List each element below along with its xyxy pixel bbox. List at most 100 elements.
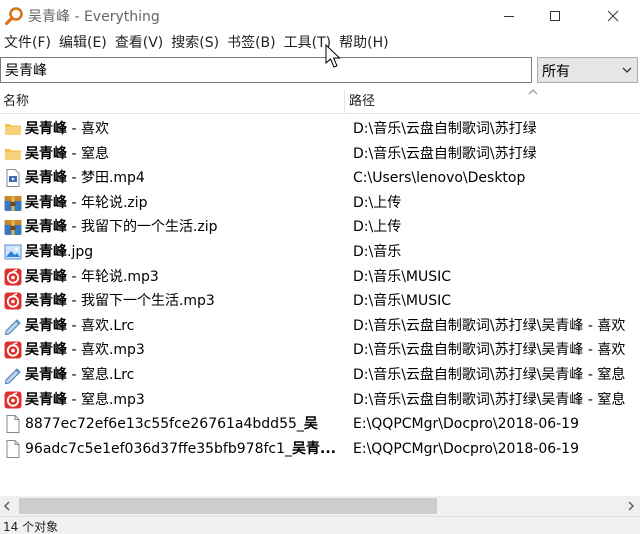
search-input[interactable] <box>0 57 532 83</box>
menu-file[interactable]: 文件(F) <box>0 32 55 54</box>
file-name-prefix: 96adc7c5e1ef036d37ffe35bfb978fc1_ <box>25 440 293 457</box>
filter-value: 所有 <box>542 64 570 80</box>
music-file-icon <box>3 340 23 360</box>
file-path: D:\音乐\云盘自制歌词\苏打绿\吴青峰 - 窒息 <box>353 391 626 408</box>
file-name-match: 吴青峰 <box>25 219 67 236</box>
filter-dropdown[interactable]: 所有 <box>537 57 638 83</box>
chevron-down-icon <box>622 67 632 73</box>
table-row[interactable]: 吴青峰 - 年轮说.mp3 D:\音乐\MUSIC <box>0 265 640 290</box>
file-name: 8877ec72ef6e13c55fce26761a4bdd55_吴 <box>25 412 343 436</box>
horizontal-scrollbar[interactable] <box>0 496 640 516</box>
file-path: E:\QQPCMgr\Docpro\2018-06-19 <box>353 440 579 457</box>
file-name-prefix: 8877ec72ef6e13c55fce26761a4bdd55_ <box>25 416 304 433</box>
menu-bookmarks[interactable]: 书签(B) <box>223 32 280 54</box>
file-name-match: 吴青峰 <box>25 170 67 187</box>
table-row[interactable]: 吴青峰 - 窒息.Lrc D:\音乐\云盘自制歌词\苏打绿\吴青峰 - 窒息 <box>0 363 640 388</box>
file-name: 吴青峰 - 喜欢.Lrc <box>25 314 343 338</box>
blank-file-icon <box>3 439 23 459</box>
file-name-match: 吴青峰 <box>25 145 67 162</box>
file-name-rest: - 喜欢.Lrc <box>67 317 135 334</box>
file-path: D:\音乐 <box>353 244 402 260</box>
file-name-rest: - 梦田.mp4 <box>67 170 145 187</box>
table-row[interactable]: 96adc7c5e1ef036d37ffe35bfb978fc1_吴青... E:… <box>0 437 640 462</box>
file-name-match: 吴青峰 <box>25 121 67 137</box>
blank-file-icon <box>3 414 23 434</box>
file-path: C:\Users\lenovo\Desktop <box>353 170 526 187</box>
image-file-icon <box>3 242 23 262</box>
file-name: 吴青峰 - 窒息 <box>25 142 343 166</box>
lyric-file-icon <box>3 365 23 385</box>
column-name-header[interactable]: 名称 <box>0 90 345 114</box>
maximize-button[interactable] <box>532 0 578 32</box>
scrollbar-thumb[interactable] <box>19 498 437 514</box>
file-name: 吴青峰.jpg <box>25 240 343 264</box>
table-row[interactable]: 吴青峰 - 喜欢 D:\音乐\云盘自制歌词\苏打绿 <box>0 117 640 142</box>
results-list[interactable]: 吴青峰 - 喜欢 D:\音乐\云盘自制歌词\苏打绿 吴青峰 - 窒息 D:\音乐\云盘… <box>0 117 640 493</box>
file-name: 吴青峰 - 梦田.mp4 <box>25 166 343 190</box>
table-row[interactable]: 吴青峰 - 喜欢.mp3 D:\音乐\云盘自制歌词\苏打绿\吴青峰 - 喜欢 <box>0 338 640 363</box>
column-path-header[interactable]: 路径 <box>346 90 640 114</box>
minimize-icon <box>504 16 514 17</box>
video-file-icon <box>3 168 23 188</box>
zip-archive-icon <box>3 217 23 237</box>
table-row[interactable]: 吴青峰 - 窒息 D:\音乐\云盘自制歌词\苏打绿 <box>0 142 640 167</box>
table-row[interactable]: 8877ec72ef6e13c55fce26761a4bdd55_吴 E:\QQP… <box>0 412 640 437</box>
file-name-match: 吴青峰 <box>25 194 67 211</box>
file-name-match: 吴青峰 <box>25 317 67 334</box>
file-name: 吴青峰 - 窒息.Lrc <box>25 363 343 387</box>
menu-tools[interactable]: 工具(T) <box>280 32 335 54</box>
menu-help[interactable]: 帮助(H) <box>335 32 392 54</box>
object-count: 14 个对象 <box>3 520 59 534</box>
table-row[interactable]: 吴青峰 - 喜欢.Lrc D:\音乐\云盘自制歌词\苏打绿\吴青峰 - 喜欢 <box>0 314 640 339</box>
table-row[interactable]: 吴青峰 - 梦田.mp4 C:\Users\lenovo\Desktop <box>0 166 640 191</box>
file-name-match: 吴 <box>303 416 318 433</box>
file-name-rest: - 我留下的一个生活.zip <box>67 219 218 236</box>
file-path: D:\音乐\MUSIC <box>353 293 452 310</box>
file-path: D:\音乐\云盘自制歌词\苏打绿\吴青峰 - 窒息 <box>353 367 626 383</box>
file-path: D:\音乐\云盘自制歌词\苏打绿\吴青峰 - 喜欢 <box>353 317 626 334</box>
table-row[interactable]: 吴青峰 - 窒息.mp3 D:\音乐\云盘自制歌词\苏打绿\吴青峰 - 窒息 <box>0 388 640 413</box>
table-row[interactable]: 吴青峰 - 年轮说.zip D:\上传 <box>0 191 640 216</box>
file-path: D:\音乐\MUSIC <box>353 268 452 285</box>
menu-view[interactable]: 查看(V) <box>111 32 168 54</box>
file-name-rest: - 喜欢.mp3 <box>67 342 145 359</box>
maximize-icon <box>550 11 560 21</box>
file-path: D:\上传 <box>353 194 402 211</box>
table-row[interactable]: 吴青峰.jpg D:\音乐 <box>0 240 640 265</box>
file-name: 吴青峰 - 年轮说.zip <box>25 191 343 215</box>
file-name-rest: - 窒息.Lrc <box>67 367 135 383</box>
file-path: D:\音乐\云盘自制歌词\苏打绿\吴青峰 - 喜欢 <box>353 342 626 359</box>
folder-icon <box>3 119 23 139</box>
file-path: D:\上传 <box>353 219 402 236</box>
menu-edit[interactable]: 编辑(E) <box>55 32 111 54</box>
file-name-rest: - 窒息 <box>67 145 109 162</box>
table-row[interactable]: 吴青峰 - 我留下的一个生活.zip D:\上传 <box>0 215 640 240</box>
file-path: D:\音乐\云盘自制歌词\苏打绿 <box>353 121 537 137</box>
sort-ascending-icon <box>528 89 538 95</box>
magnifier-icon <box>4 7 23 26</box>
file-name: 吴青峰 - 我留下的一个生活.zip <box>25 215 343 239</box>
file-name-rest: - 窒息.mp3 <box>67 391 145 408</box>
menu-bar: 文件(F) 编辑(E) 查看(V) 搜索(S) 书签(B) 工具(T) 帮助(H… <box>0 32 640 54</box>
file-name-match: 吴青峰 <box>25 342 67 359</box>
file-name: 吴青峰 - 喜欢.mp3 <box>25 338 343 362</box>
column-path-label: 路径 <box>349 94 376 109</box>
search-row: 所有 <box>0 56 640 84</box>
table-row[interactable]: 吴青峰 - 我留下一个生活.mp3 D:\音乐\MUSIC <box>0 289 640 314</box>
file-name: 吴青峰 - 年轮说.mp3 <box>25 265 343 289</box>
lyric-file-icon <box>3 316 23 336</box>
scroll-right-icon[interactable] <box>626 500 636 512</box>
music-file-icon <box>3 291 23 311</box>
close-button[interactable] <box>590 0 636 32</box>
file-name-rest: - 我留下一个生活.mp3 <box>67 293 215 310</box>
folder-icon <box>3 144 23 164</box>
file-name: 96adc7c5e1ef036d37ffe35bfb978fc1_吴青... <box>25 437 343 461</box>
file-name-match: 吴青... <box>292 440 336 457</box>
file-name: 吴青峰 - 喜欢 <box>25 117 343 141</box>
file-name-match: 吴青峰 <box>25 391 67 408</box>
scroll-left-icon[interactable] <box>2 500 12 512</box>
status-bar: 14 个对象 <box>0 516 640 534</box>
minimize-button[interactable] <box>486 0 532 32</box>
title-bar: 吴青峰 - Everything <box>0 0 640 32</box>
menu-search[interactable]: 搜索(S) <box>167 32 223 54</box>
